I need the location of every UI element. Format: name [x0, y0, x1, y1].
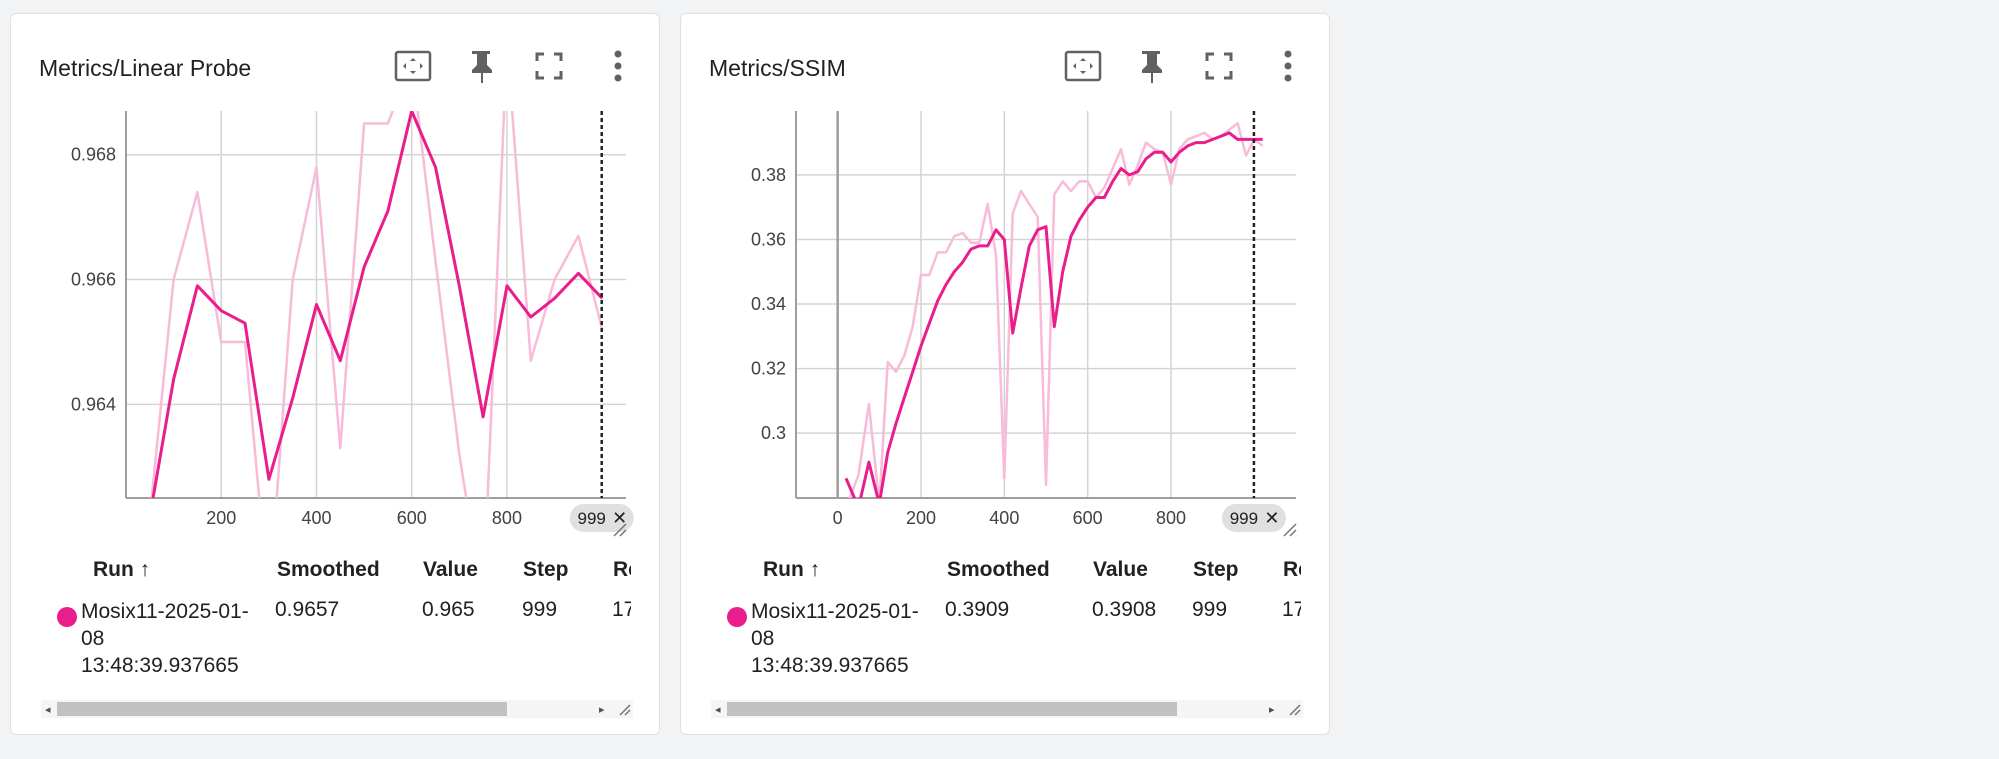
horizontal-scrollbar[interactable]: ◂ ▸ — [711, 700, 1303, 718]
run-color-dot[interactable] — [57, 607, 77, 627]
resize-grip-icon[interactable] — [1287, 702, 1301, 716]
line-chart[interactable]: 200 400 600 800 0.964 0.966 0.968 999 ✕ — [11, 98, 661, 558]
horizontal-scrollbar[interactable]: ◂ ▸ — [41, 700, 633, 718]
header-run[interactable]: Run ↑ — [93, 558, 150, 582]
data-table: Run ↑ Smoothed Value Step Re Mosix11-202… — [711, 544, 1301, 694]
card-header: Metrics/Linear Probe — [11, 14, 659, 98]
y-tick-label: 0.968 — [71, 145, 116, 165]
fullscreen-button[interactable] — [1197, 44, 1241, 88]
raw-value: 0.965 — [422, 598, 475, 621]
resize-grip-icon[interactable] — [1283, 523, 1297, 537]
x-tick-label: 200 — [906, 508, 936, 528]
scroll-right-icon[interactable]: ▸ — [599, 703, 605, 716]
step-chip[interactable]: 999 ✕ — [569, 504, 634, 532]
header-value[interactable]: Value — [423, 558, 478, 582]
header-step[interactable]: Step — [523, 558, 569, 582]
scroll-right-icon[interactable]: ▸ — [1269, 703, 1275, 716]
fit-domain-icon — [394, 50, 432, 82]
header-relative[interactable]: Re — [1283, 558, 1301, 582]
y-tick-label: 0.38 — [751, 165, 786, 185]
more-vert-icon — [1284, 50, 1292, 82]
header-smoothed[interactable]: Smoothed — [277, 558, 380, 582]
card-title: Metrics/Linear Probe — [39, 55, 252, 81]
more-vert-icon — [614, 50, 622, 82]
pin-icon — [1142, 51, 1162, 83]
header-run[interactable]: Run ↑ — [763, 558, 820, 582]
scroll-left-icon[interactable]: ◂ — [45, 703, 51, 716]
line-chart[interactable]: 0 200 400 600 800 0.3 0.32 0.34 0.36 0.38 999 ✕ — [681, 98, 1331, 558]
pin-button[interactable] — [459, 44, 503, 88]
scrollbar-thumb[interactable] — [57, 702, 507, 716]
x-tick-label: 800 — [1156, 508, 1186, 528]
relative-value: 17 — [1282, 598, 1301, 621]
run-name: Mosix11-2025-01-08 13:48:39.937665 — [81, 600, 249, 677]
more-options-button[interactable] — [596, 44, 640, 88]
step-value: 999 — [1192, 598, 1228, 621]
data-table: Run ↑ Smoothed Value Step Re Mosix11-202… — [41, 544, 631, 694]
smoothed-value: 0.9657 — [275, 598, 340, 621]
step-value: 999 — [522, 598, 558, 621]
x-tick-label: 800 — [492, 508, 522, 528]
y-tick-label: 0.964 — [71, 394, 116, 414]
y-tick-label: 0.34 — [751, 294, 786, 314]
close-icon: ✕ — [1264, 508, 1279, 528]
header-smoothed[interactable]: Smoothed — [947, 558, 1050, 582]
run-name: Mosix11-2025-01-08 13:48:39.937665 — [751, 600, 919, 677]
series-group — [844, 122, 1264, 498]
x-tick-label: 600 — [397, 508, 427, 528]
header-step[interactable]: Step — [1193, 558, 1239, 582]
smoothed-series-line — [844, 131, 1263, 498]
y-tick-label: 0.3 — [761, 423, 786, 443]
y-tick-label: 0.966 — [71, 270, 116, 290]
relative-value: 17 — [612, 598, 631, 621]
scroll-left-icon[interactable]: ◂ — [715, 703, 721, 716]
series-group — [150, 111, 604, 498]
x-tick-label: 600 — [1073, 508, 1103, 528]
step-chip[interactable]: 999 ✕ — [1221, 504, 1286, 532]
resize-grip-icon[interactable] — [617, 702, 631, 716]
y-tick-label: 0.32 — [751, 359, 786, 379]
card-title: Metrics/SSIM — [709, 55, 846, 81]
pin-icon — [472, 51, 492, 83]
y-tick-label: 0.36 — [751, 229, 786, 249]
scrollbar-thumb[interactable] — [727, 702, 1177, 716]
fit-domain-button[interactable] — [1061, 44, 1105, 88]
fullscreen-button[interactable] — [527, 44, 571, 88]
fullscreen-icon — [1205, 52, 1233, 80]
smoothed-value: 0.3909 — [945, 598, 1010, 621]
run-color-dot[interactable] — [727, 607, 747, 627]
step-chip-label: 999 — [578, 509, 606, 528]
raw-series-line — [150, 111, 604, 498]
step-chip-label: 999 — [1230, 509, 1258, 528]
pin-button[interactable] — [1129, 44, 1173, 88]
x-tick-label: 400 — [301, 508, 331, 528]
x-tick-label: 0 — [833, 508, 843, 528]
fullscreen-icon — [535, 52, 563, 80]
card-header: Metrics/SSIM — [681, 14, 1329, 98]
chart-card-ssim: Metrics/SSIM 0 200 400 600 800 0.3 0.32 0.3 — [680, 13, 1330, 735]
header-value[interactable]: Value — [1093, 558, 1148, 582]
more-options-button[interactable] — [1266, 44, 1310, 88]
x-tick-label: 400 — [989, 508, 1019, 528]
raw-value: 0.3908 — [1092, 598, 1157, 621]
chart-card-linear-probe: Metrics/Linear Probe 2004006008000.9 — [10, 13, 660, 735]
fit-domain-button[interactable] — [391, 44, 435, 88]
header-relative[interactable]: Re — [613, 558, 631, 582]
fit-domain-icon — [1064, 50, 1102, 82]
x-tick-label: 200 — [206, 508, 236, 528]
